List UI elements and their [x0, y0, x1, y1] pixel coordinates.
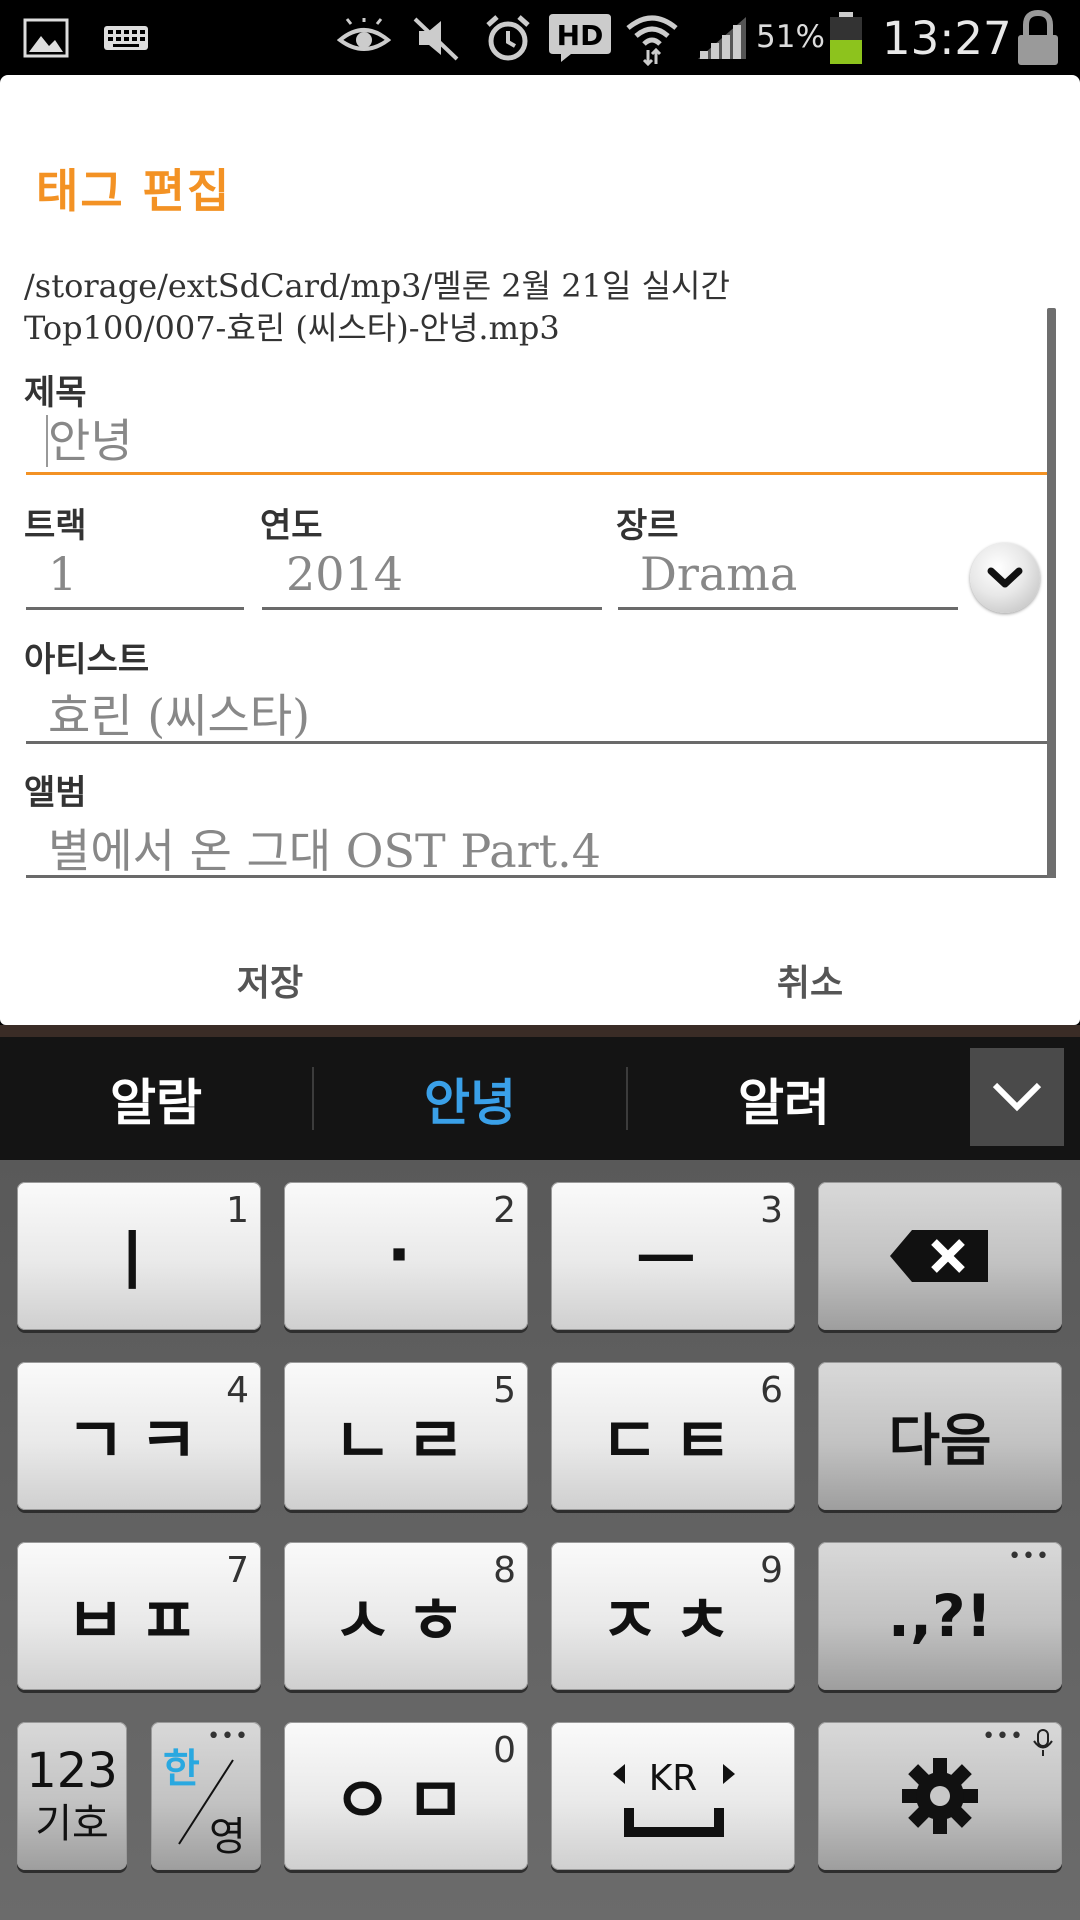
key-label: ㅇㅁ — [333, 1765, 479, 1839]
key-giyeok-kieuk[interactable]: 4 ㄱㅋ — [17, 1362, 261, 1510]
album-label: 앨범 — [24, 773, 87, 813]
collapse-suggestions-button[interactable] — [970, 1048, 1064, 1146]
key-label: ㅅㅎ — [333, 1585, 479, 1659]
more-dots: ••• — [1008, 1544, 1050, 1569]
save-button[interactable]: 저장 — [0, 930, 540, 1030]
key-label: ㅡ — [636, 1225, 710, 1299]
dialog-title: 태그 편집 — [36, 164, 232, 218]
settings-key[interactable]: ••• — [818, 1722, 1062, 1870]
file-path: /storage/extSdCard/mp3/멜론 2월 21일 실시간 Top… — [24, 267, 730, 347]
key-label: .,?! — [887, 1582, 993, 1650]
year-input[interactable]: 2014 — [262, 547, 602, 607]
scrollbar[interactable] — [1047, 308, 1056, 878]
key-number: 4 — [226, 1370, 249, 1411]
track-input-underline — [26, 607, 244, 610]
gear-icon — [902, 1758, 978, 1834]
gallery-icon — [20, 0, 72, 75]
key-jieut-chieut[interactable]: 9 ㅈㅊ — [551, 1542, 795, 1690]
key-label: 123 — [26, 1743, 118, 1799]
key-nieun-rieul[interactable]: 5 ㄴㄹ — [284, 1362, 528, 1510]
symbols-key[interactable]: 123 기호 — [17, 1722, 127, 1870]
clock: 13:27 — [882, 12, 1012, 65]
battery-percent: 51% — [756, 19, 825, 55]
key-label: ㄱㅋ — [66, 1405, 212, 1479]
edit-tag-dialog: 태그 편집 /storage/extSdCard/mp3/멜론 2월 21일 실… — [0, 75, 1080, 1025]
chevron-down-icon — [987, 567, 1023, 588]
space-key[interactable]: KR — [551, 1722, 795, 1870]
suggestion-2[interactable]: 안녕 — [314, 1037, 626, 1160]
background-strip — [0, 1025, 1080, 1037]
key-number: 3 — [760, 1190, 783, 1231]
punctuation-key[interactable]: ••• .,?! — [818, 1542, 1062, 1690]
year-label: 연도 — [260, 506, 323, 546]
key-number: 2 — [493, 1190, 516, 1231]
key-number: 1 — [226, 1190, 249, 1231]
svg-text:HD: HD — [557, 19, 604, 52]
artist-input-underline — [26, 741, 1048, 744]
next-key[interactable]: 다음 — [818, 1362, 1062, 1510]
album-input-underline — [26, 875, 1056, 878]
genre-input[interactable]: Drama — [616, 547, 956, 607]
english-label: 영 — [209, 1814, 246, 1860]
key-label: ㅂㅍ — [66, 1585, 212, 1659]
key-number: 5 — [493, 1370, 516, 1411]
key-label: 다음 — [888, 1408, 992, 1474]
key-label: ㄴㄹ — [333, 1405, 479, 1479]
alarm-icon — [480, 0, 536, 75]
key-label: ㄷㅌ — [600, 1405, 746, 1479]
key-digeut-tieut[interactable]: 6 ㄷㅌ — [551, 1362, 795, 1510]
signal-icon — [694, 0, 750, 75]
key-number: 0 — [493, 1730, 516, 1771]
track-input[interactable]: 1 — [24, 547, 244, 607]
key-vowel-i[interactable]: 1 ㅣ — [17, 1182, 261, 1330]
key-label: · — [386, 1219, 426, 1293]
year-input-underline — [262, 607, 602, 610]
artist-input[interactable]: 효린 (씨스타) — [24, 680, 1049, 743]
status-bar: HD 51% 13:27 — [0, 0, 1080, 75]
mute-icon — [410, 0, 462, 75]
key-ieung-mieum[interactable]: 0 ㅇㅁ — [284, 1722, 528, 1870]
keyboard: 1 ㅣ 2 · 3 ㅡ 4 ㄱㅋ 5 ㄴㄹ 6 ㄷㅌ 다음 7 ㅂㅍ 8 ㅅㅎ … — [0, 1160, 1080, 1920]
microphone-icon — [1033, 1729, 1053, 1756]
suggestion-bar: 알람 안녕 알려 — [0, 1037, 1080, 1160]
keyboard-icon — [100, 0, 152, 75]
cancel-button[interactable]: 취소 — [540, 930, 1080, 1030]
key-bieup-pieup[interactable]: 7 ㅂㅍ — [17, 1542, 261, 1690]
track-label: 트랙 — [24, 506, 87, 546]
wifi-icon — [622, 0, 682, 75]
key-vowel-dot[interactable]: 2 · — [284, 1182, 528, 1330]
key-vowel-eu[interactable]: 3 ㅡ — [551, 1182, 795, 1330]
artist-label: 아티스트 — [24, 640, 150, 680]
lock-icon — [1010, 0, 1066, 75]
album-input[interactable]: 별에서 온 그대 OST Part.4 — [24, 815, 1049, 878]
suggestion-1[interactable]: 알람 — [0, 1037, 312, 1160]
eye-icon — [335, 0, 393, 75]
genre-input-underline — [618, 607, 958, 610]
genre-dropdown-button[interactable] — [970, 543, 1040, 613]
key-siot-hieut[interactable]: 8 ㅅㅎ — [284, 1542, 528, 1690]
suggestion-3[interactable]: 알려 — [628, 1037, 940, 1160]
backspace-key[interactable] — [818, 1182, 1062, 1330]
backspace-icon — [890, 1230, 988, 1282]
title-input-underline — [26, 472, 1048, 475]
key-number: 6 — [760, 1370, 783, 1411]
genre-label: 장르 — [616, 506, 679, 546]
key-number: 7 — [226, 1550, 249, 1591]
text-cursor — [46, 415, 48, 467]
more-dots: ••• — [207, 1724, 249, 1749]
more-dots: ••• — [982, 1724, 1024, 1749]
battery-icon — [826, 0, 866, 75]
chevron-down-icon — [992, 1082, 1042, 1112]
title-input[interactable]: 안녕 — [24, 405, 1049, 468]
key-number: 9 — [760, 1550, 783, 1591]
hd-icon: HD — [545, 0, 615, 75]
key-number: 8 — [493, 1550, 516, 1591]
language-switch-key[interactable]: ••• 한 영 — [151, 1722, 261, 1870]
language-indicator: KR — [648, 1758, 698, 1799]
key-sublabel: 기호 — [35, 1801, 109, 1847]
key-label: ㅈㅊ — [600, 1585, 746, 1659]
key-label: ㅣ — [102, 1225, 176, 1299]
